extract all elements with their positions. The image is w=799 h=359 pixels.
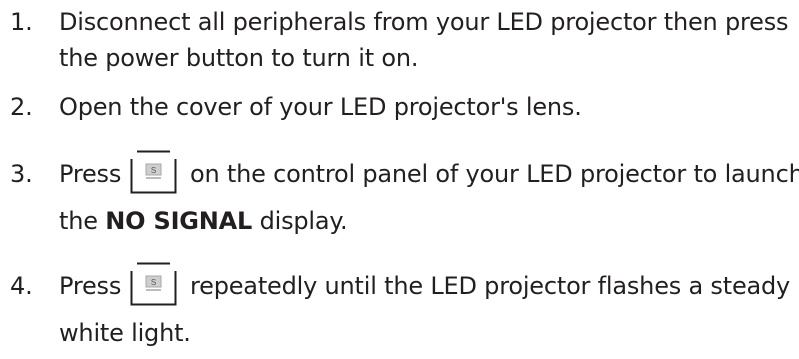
step-text-line: Open the cover of your LED projector's l… — [59, 93, 582, 121]
source-button-icon: S — [130, 262, 177, 306]
step-text-press: Press — [59, 272, 122, 300]
step-text-line: the power button to turn it on. — [59, 44, 419, 72]
step-number: 1. — [10, 8, 33, 36]
step-number: 2. — [10, 93, 33, 121]
svg-text:S: S — [151, 278, 156, 287]
step-text-prefix: the — [59, 207, 98, 235]
step-text-suffix: display. — [259, 207, 348, 235]
step-text-line: white light. — [59, 319, 191, 347]
step-text-press: Press — [59, 160, 122, 188]
step-text-line: Disconnect all peripherals from your LED… — [59, 8, 789, 36]
step-number: 4. — [10, 272, 33, 300]
step-text-line: on the control panel of your LED project… — [190, 160, 799, 188]
source-button-icon: S — [130, 150, 177, 194]
no-signal-label: NO SIGNAL — [105, 207, 253, 235]
step-number: 3. — [10, 160, 33, 188]
step-text-line: repeatedly until the LED projector flash… — [190, 272, 791, 300]
step-text-line: the NO SIGNAL display. — [59, 203, 348, 239]
svg-text:S: S — [151, 166, 156, 175]
